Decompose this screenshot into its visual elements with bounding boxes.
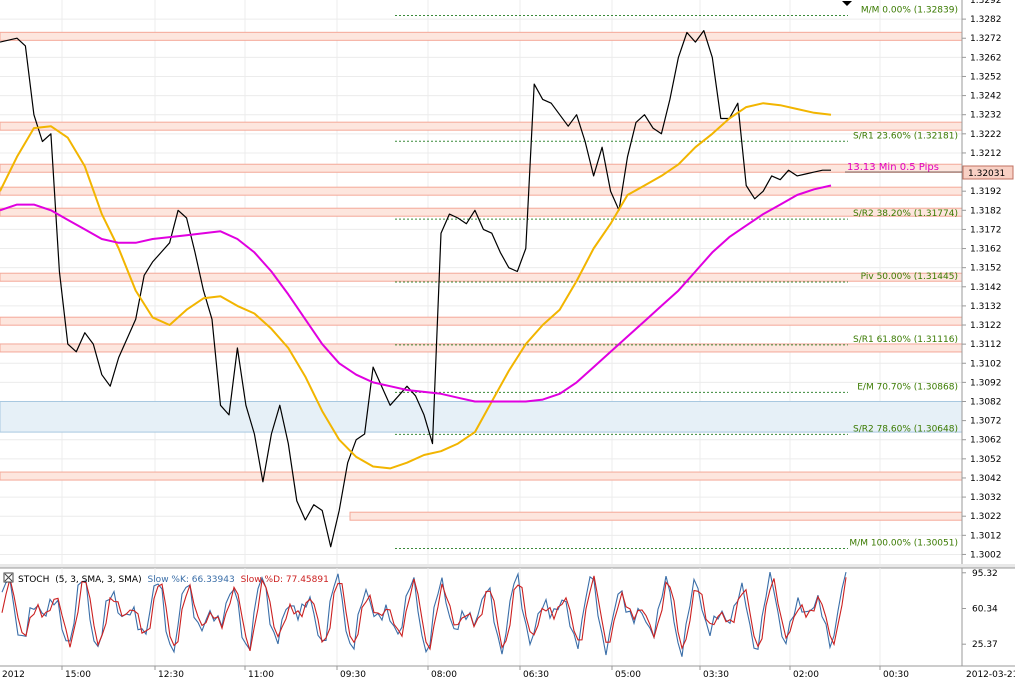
fib-level-label: M/M 100.00% (1.30051)	[849, 539, 958, 549]
fib-level-label: E/M 70.70% (1.30868)	[857, 382, 958, 392]
y-tick-label: 1.3242	[970, 92, 1002, 102]
level-band	[0, 31, 963, 41]
y-tick-label: 1.3112	[970, 340, 1002, 350]
x-tick-label: 15:00	[65, 670, 91, 680]
x-tick-label: 08:00	[431, 670, 457, 680]
y-tick-label: 1.3102	[970, 359, 1002, 369]
y-tick-label: 1.3292	[970, 0, 1002, 6]
current-price-label: 1.32031	[968, 169, 1005, 179]
y-tick-label: 1.3172	[970, 225, 1002, 235]
time-axis-left-label: 2012	[2, 670, 25, 680]
level-band	[0, 121, 963, 131]
y-tick-label: 1.3062	[970, 436, 1002, 446]
y-tick-label: 1.3032	[970, 493, 1002, 503]
y-tick-label: 1.3252	[970, 72, 1002, 82]
y-tick-label: 1.3132	[970, 302, 1002, 312]
y-tick-label: 1.3122	[970, 321, 1002, 331]
y-tick-label: 1.3272	[970, 34, 1002, 44]
stoch-legend: STOCH (5, 3, SMA, 3, SMA) Slow %K: 66.33…	[18, 575, 329, 585]
stoch-k-label: Slow %K: 66.33943	[147, 575, 234, 585]
y-tick-label: 1.3182	[970, 206, 1002, 216]
fib-level-label: S/R1 23.60% (1.32181)	[853, 131, 958, 141]
fib-level-label: S/R2 78.60% (1.30648)	[853, 424, 958, 434]
y-tick-label: 1.3092	[970, 378, 1002, 388]
y-tick-label: 1.3152	[970, 264, 1002, 274]
fib-level-label: S/R1 61.80% (1.31116)	[853, 335, 958, 345]
y-tick-label: 1.3192	[970, 187, 1002, 197]
stoch-d-label: Slow %D: 77.45891	[241, 575, 329, 585]
y-tick-label: 1.3082	[970, 397, 1002, 407]
y-tick-label: 1.3232	[970, 111, 1002, 121]
range-annotation: 13.13 Min 0.5 Pips	[847, 162, 939, 173]
y-tick-label: 1.3262	[970, 53, 1002, 63]
fib-level-label: Piv 50.00% (1.31445)	[861, 272, 958, 282]
y-tick-label: 1.3282	[970, 15, 1002, 25]
x-tick-label: 06:30	[523, 670, 549, 680]
y-tick-label: 1.3042	[970, 474, 1002, 484]
stoch-tick-label: 25.37	[972, 640, 998, 650]
level-band	[0, 471, 963, 481]
x-tick-label: 03:30	[703, 670, 729, 680]
stoch-params: (5, 3, SMA, 3, SMA)	[55, 575, 141, 585]
y-tick-label: 1.3142	[970, 283, 1002, 293]
y-tick-label: 1.3052	[970, 455, 1002, 465]
x-tick-label: 12:30	[158, 670, 184, 680]
y-tick-label: 1.3162	[970, 245, 1002, 255]
x-tick-label: 11:00	[248, 670, 274, 680]
level-band	[0, 316, 963, 326]
x-tick-label: 02:00	[793, 670, 819, 680]
fib-level-label: M/M 0.00% (1.32839)	[861, 5, 958, 15]
y-tick-label: 1.3072	[970, 417, 1002, 427]
stoch-title: STOCH	[18, 575, 49, 585]
x-tick-label: 00:30	[883, 670, 909, 680]
y-tick-label: 1.3022	[970, 512, 1002, 522]
y-tick-label: 1.3012	[970, 531, 1002, 541]
x-tick-label: 09:30	[340, 670, 366, 680]
y-tick-label: 1.3222	[970, 130, 1002, 140]
forex-chart: M/M 0.00% (1.32839) S/R1 23.60% (1.32181)…	[0, 0, 1015, 680]
x-tick-label: 05:00	[615, 670, 641, 680]
fib-level-label: S/R2 38.20% (1.31774)	[853, 209, 958, 219]
panel-separator	[0, 564, 1015, 568]
stoch-tick-label: 95.32	[972, 569, 998, 579]
level-band	[0, 207, 963, 217]
stoch-tick-label: 60.34	[972, 604, 998, 614]
level-band	[349, 511, 963, 521]
y-tick-label: 1.3212	[970, 149, 1002, 159]
time-axis-right-label: 2012-03-21	[966, 670, 1015, 680]
support-zone	[0, 400, 963, 433]
y-tick-label: 1.3002	[970, 550, 1002, 560]
